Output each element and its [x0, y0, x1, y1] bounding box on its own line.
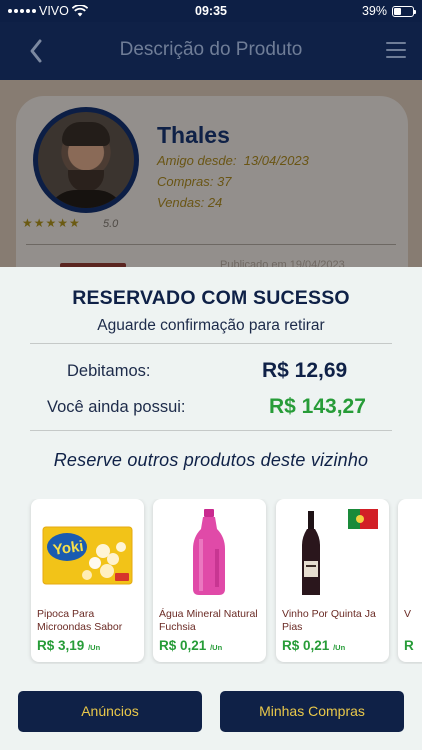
product-image-popcorn: Yoki [42, 526, 133, 585]
product-unit: /Un [210, 643, 223, 652]
product-name: Vinho Por Quinta Ja Pias [282, 608, 376, 633]
app-header: Descrição do Produto [0, 22, 422, 80]
clock: 09:35 [195, 4, 227, 18]
my-purchases-button[interactable]: Minhas Compras [220, 691, 404, 732]
friend-since-date: 13/04/2023 [243, 153, 309, 168]
product-price: R$ 0,21 /Un [159, 638, 222, 653]
reservation-sheet: RESERVADO COM SUCESSO Aguarde confirmaçã… [0, 267, 422, 750]
product-price-value: R$ 0,21 [159, 638, 207, 653]
product-price-value: R$ 0,21 [282, 638, 330, 653]
product-card[interactable]: Água Mineral Natural Fuchsia R$ 0,21 /Un [153, 499, 266, 662]
product-price-value: R$ 3,19 [37, 638, 85, 653]
product-carousel[interactable]: Yoki Pipoca Para Microondas Sabor R$ 3,1… [0, 499, 422, 664]
status-right: 39% [361, 4, 416, 18]
product-name: Pipoca Para Microondas Sabor [37, 608, 123, 633]
rating-value: 5.0 [103, 218, 119, 230]
product-price: R$ 0,21 /Un [282, 638, 345, 653]
balance-label: Você ainda possui: [47, 398, 186, 416]
product-card[interactable]: V R [398, 499, 422, 662]
reserve-more-heading: Reserve outros produtos deste vizinho [53, 450, 369, 470]
product-name: Água Mineral Natural Fuchsia [159, 608, 258, 633]
product-name: V [404, 608, 412, 620]
success-title: RESERVADO COM SUCESSO [72, 287, 350, 309]
product-image-water-bottle [193, 509, 225, 595]
avatar-photo [38, 112, 134, 208]
debited-value: R$ 12,69 [262, 359, 348, 382]
product-card[interactable]: Vinho Por Quinta Ja Pias R$ 0,21 /Un [276, 499, 389, 662]
product-card[interactable]: Yoki Pipoca Para Microondas Sabor R$ 3,1… [31, 499, 144, 662]
rating-stars: ★★★★★ [22, 216, 81, 230]
divider [30, 430, 392, 431]
purchases-count: Compras: 37 [157, 174, 232, 189]
seller-name: Thales [157, 122, 230, 148]
product-price: R [404, 638, 414, 653]
product-unit: /Un [88, 643, 101, 652]
sales-count: Vendas: 24 [157, 195, 223, 210]
product-price: R$ 3,19 /Un [37, 638, 100, 653]
debited-label: Debitamos: [67, 362, 151, 380]
success-subtitle: Aguarde confirmação para retirar [97, 317, 325, 334]
portugal-flag-icon [348, 509, 378, 529]
product-price-value: R [404, 638, 414, 653]
divider [26, 244, 396, 245]
hamburger-menu-icon[interactable] [386, 42, 406, 58]
ads-button[interactable]: Anúncios [18, 691, 202, 732]
balance-value: R$ 143,27 [269, 395, 366, 418]
product-unit: /Un [333, 643, 346, 652]
page-title: Descrição do Produto [119, 39, 303, 60]
friend-since: Amigo desde: 13/04/2023 [157, 153, 309, 168]
battery-percent: 39% [361, 4, 387, 18]
avatar [33, 107, 139, 213]
status-bar: VIVO 09:35 39% [0, 0, 422, 22]
friend-since-label: Amigo desde: [157, 153, 237, 168]
battery-icon [392, 5, 416, 17]
divider [30, 343, 392, 344]
product-image-wine-bottle [302, 509, 378, 595]
